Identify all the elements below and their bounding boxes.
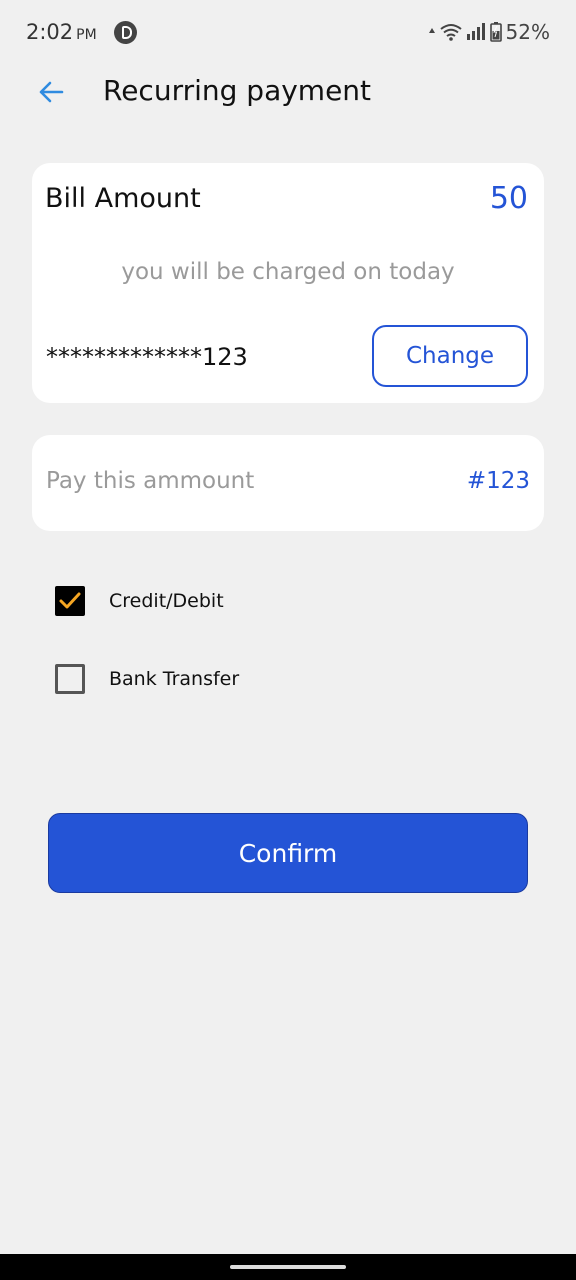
app-notification-icon [114, 21, 137, 44]
home-indicator[interactable] [230, 1265, 346, 1269]
page-title: Recurring payment [103, 74, 372, 107]
navigation-bar [0, 1254, 576, 1280]
confirm-button[interactable]: Confirm [48, 813, 528, 893]
status-time: 2:02 PM [26, 20, 97, 44]
status-icons: 52% [428, 20, 550, 44]
charge-note: you will be charged on today [121, 259, 455, 285]
masked-card-number: *************123 [46, 343, 248, 371]
pay-amount-label: Pay this ammount [46, 468, 255, 494]
arrow-left-icon[interactable] [36, 77, 66, 107]
option-bank-transfer[interactable]: Bank Transfer [55, 664, 239, 694]
bill-amount-value: 50 [489, 181, 528, 216]
bank-transfer-checkbox[interactable] [55, 664, 85, 694]
bill-amount-label: Bill Amount [45, 183, 201, 214]
credit-debit-checkbox[interactable] [55, 586, 85, 616]
check-icon [59, 592, 81, 609]
option-credit-debit[interactable]: Credit/Debit [55, 586, 224, 616]
bill-card: Bill Amount 50 you will be charged on to… [32, 163, 544, 403]
data-arrow-icon [428, 28, 435, 33]
credit-debit-label: Credit/Debit [109, 590, 224, 612]
status-time-ampm: PM [76, 27, 97, 43]
signal-icon [466, 23, 485, 40]
pay-amount-card[interactable]: Pay this ammount #123 [32, 435, 544, 531]
battery-percent: 52% [505, 20, 550, 44]
bank-transfer-label: Bank Transfer [109, 668, 240, 690]
status-bar: 2:02 PM 52% [0, 0, 576, 66]
change-button[interactable]: Change [372, 325, 528, 387]
battery-icon [489, 22, 502, 42]
pay-amount-value: #123 [466, 468, 530, 494]
wifi-icon [439, 24, 462, 41]
status-time-value: 2:02 [26, 20, 74, 44]
